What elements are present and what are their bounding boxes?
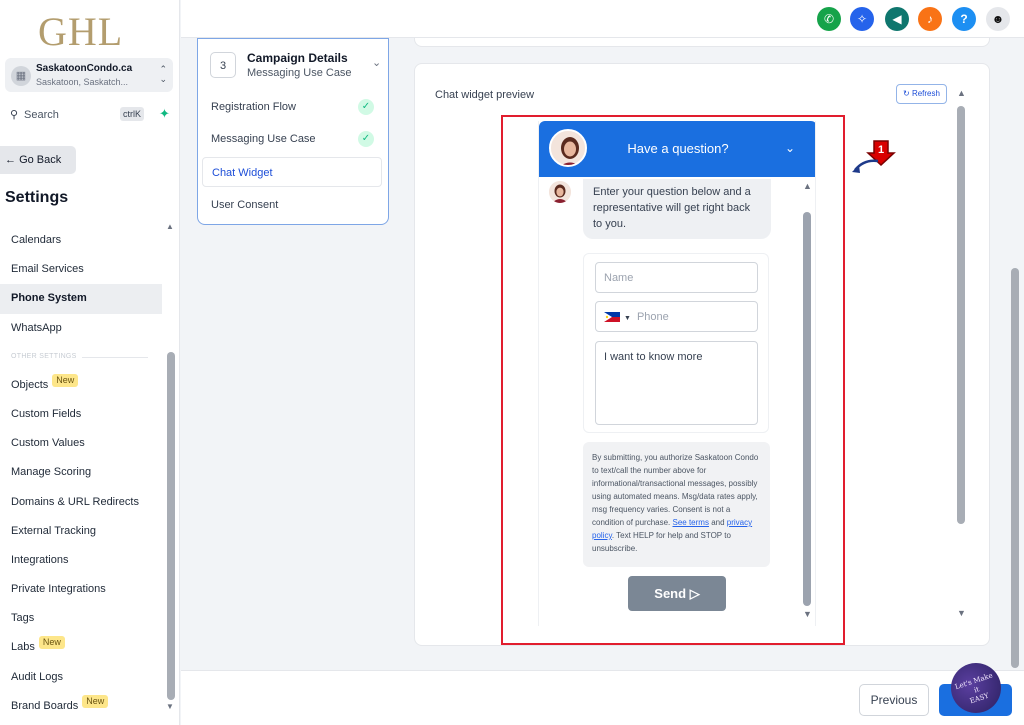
sparkle-icon[interactable]: ✧ xyxy=(850,7,874,31)
substep-messaging-use-case[interactable]: Messaging Use Case ✓ xyxy=(202,124,382,154)
sidebar: GHL ▦ SaskatoonCondo.ca Saskatoon, Saska… xyxy=(0,0,180,725)
menu-label: Objects xyxy=(11,378,49,391)
chevron-updown-icon: ⌃ ⌄ xyxy=(159,64,167,84)
substep-label: Chat Widget xyxy=(212,167,273,179)
ai-sparkle-icon[interactable]: ✦ xyxy=(159,106,170,122)
top-bar: ✆ ✧ ◀ ♪ ? ☻ xyxy=(181,0,1024,38)
search-icon: ⚲ xyxy=(10,109,19,121)
previous-card-edge xyxy=(414,38,990,47)
preview-title: Chat widget preview xyxy=(435,89,535,101)
callout-number: 1 xyxy=(878,144,884,156)
sidebar-scrollbar[interactable]: ▲ ▼ xyxy=(166,222,176,717)
scroll-down-icon[interactable]: ▼ xyxy=(957,608,966,618)
substep-label: Messaging Use Case xyxy=(211,133,316,145)
settings-title: Settings xyxy=(5,189,69,206)
sidebar-item-audit-logs[interactable]: Audit Logs xyxy=(0,663,162,692)
building-icon: ▦ xyxy=(11,66,31,86)
go-back-button[interactable]: ← Go Back xyxy=(0,146,76,174)
sidebar-item-phone-system[interactable]: Phone System xyxy=(0,284,162,314)
sidebar-item-email-services[interactable]: Email Services xyxy=(0,255,162,284)
menu-label: Labs xyxy=(11,641,35,654)
sidebar-item-manage-scoring[interactable]: Manage Scoring xyxy=(0,458,162,487)
sidebar-item-whatsapp[interactable]: WhatsApp xyxy=(0,314,162,343)
check-icon: ✓ xyxy=(358,131,374,147)
annotation-arrow: 1 xyxy=(852,140,896,173)
help-icon[interactable]: ? xyxy=(952,7,976,31)
substep-chat-widget[interactable]: Chat Widget xyxy=(202,157,382,187)
sidebar-item-calendars[interactable]: Calendars xyxy=(0,226,162,255)
sidebar-item-tags[interactable]: Tags xyxy=(0,604,162,633)
sidebar-item-labs[interactable]: Labs New xyxy=(0,633,162,662)
sidebar-item-domains[interactable]: Domains & URL Redirects xyxy=(0,488,162,517)
new-badge: New xyxy=(38,636,65,650)
previous-button[interactable]: Previous xyxy=(859,684,929,716)
ghl-logo: GHL xyxy=(38,9,124,54)
campaign-steps-panel: 3 Campaign Details Messaging Use Case ⌄ … xyxy=(197,38,389,225)
sidebar-item-integrations[interactable]: Integrations xyxy=(0,546,162,575)
new-badge: New xyxy=(52,373,79,387)
substep-user-consent[interactable]: User Consent xyxy=(202,190,382,220)
megaphone-icon[interactable]: ◀ xyxy=(885,7,909,31)
highlight-box xyxy=(501,115,845,645)
substep-label: User Consent xyxy=(211,199,279,211)
user-avatar[interactable]: ☻ xyxy=(986,7,1010,31)
footer-bar: Previous xyxy=(181,670,1024,725)
phone-icon[interactable]: ✆ xyxy=(817,7,841,31)
step-number: 3 xyxy=(210,52,236,78)
refresh-icon: ↻ xyxy=(903,89,910,98)
scroll-up-icon[interactable]: ▲ xyxy=(166,222,174,231)
sidebar-item-private-integrations[interactable]: Private Integrations xyxy=(0,575,162,604)
preview-scrollbar[interactable]: ▲ ▼ xyxy=(955,88,967,626)
step-header[interactable]: 3 Campaign Details Messaging Use Case ⌄ xyxy=(210,50,381,90)
other-settings-section: OTHER SETTINGS xyxy=(0,343,162,371)
substep-label: Registration Flow xyxy=(211,101,296,113)
sidebar-item-custom-fields[interactable]: Custom Fields xyxy=(0,400,162,429)
check-icon: ✓ xyxy=(358,99,374,115)
substep-registration-flow[interactable]: Registration Flow ✓ xyxy=(202,92,382,122)
sidebar-item-brand-boards[interactable]: Brand Boards New xyxy=(0,692,162,721)
sidebar-item-external-tracking[interactable]: External Tracking xyxy=(0,517,162,546)
search-shortcut: ctrlK xyxy=(120,107,144,121)
sidebar-item-custom-values[interactable]: Custom Values xyxy=(0,429,162,458)
settings-menu: Calendars Email Services Phone System Wh… xyxy=(0,226,162,721)
refresh-button[interactable]: ↻ Refresh xyxy=(896,84,947,104)
account-name: SaskatoonCondo.ca xyxy=(36,63,133,74)
chevron-down-icon[interactable]: ⌄ xyxy=(372,56,381,69)
bell-icon[interactable]: ♪ xyxy=(918,7,942,31)
stamp-line: EASY xyxy=(968,691,990,706)
scroll-down-icon[interactable]: ▼ xyxy=(166,702,174,711)
search-label: Search xyxy=(24,109,59,121)
new-badge: New xyxy=(82,694,109,708)
account-location: Saskatoon, Saskatch... xyxy=(36,77,129,87)
step-title: Campaign Details xyxy=(247,51,348,65)
refresh-label: Refresh xyxy=(911,89,940,98)
scroll-up-icon[interactable]: ▲ xyxy=(957,88,966,98)
step-subtitle: Messaging Use Case xyxy=(247,67,352,79)
scrollbar-thumb[interactable] xyxy=(957,106,965,524)
page-scrollbar[interactable] xyxy=(1009,40,1021,670)
scrollbar-thumb[interactable] xyxy=(1011,268,1019,668)
go-back-label: Go Back xyxy=(19,154,62,166)
menu-label: Brand Boards xyxy=(11,699,79,712)
account-switcher[interactable]: ▦ SaskatoonCondo.ca Saskatoon, Saskatch.… xyxy=(5,58,173,92)
search-bar[interactable]: ⚲ Search ctrlK ✦ xyxy=(5,103,173,127)
scrollbar-thumb[interactable] xyxy=(167,352,175,700)
sidebar-item-objects[interactable]: Objects New xyxy=(0,371,162,400)
